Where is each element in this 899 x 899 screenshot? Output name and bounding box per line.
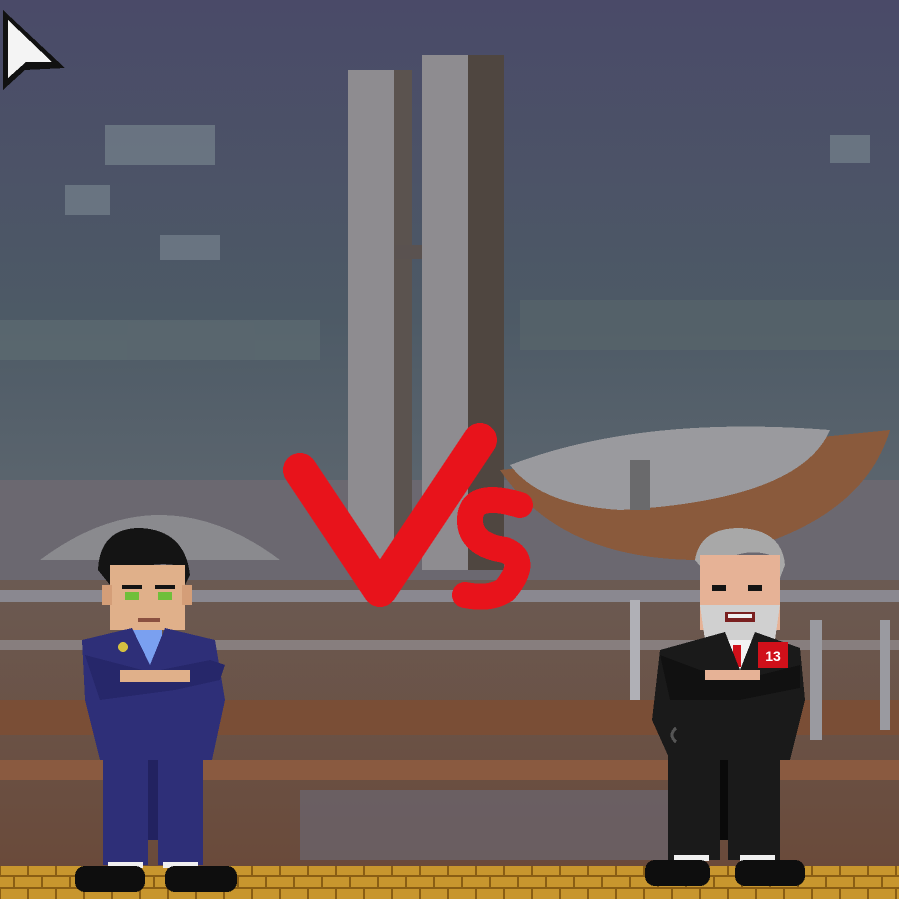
party-badge: 13 <box>758 642 788 668</box>
game-stage[interactable]: Vs <box>0 0 899 899</box>
party-badge-text: 13 <box>765 648 781 664</box>
versus-scene: Vs <box>0 0 899 899</box>
